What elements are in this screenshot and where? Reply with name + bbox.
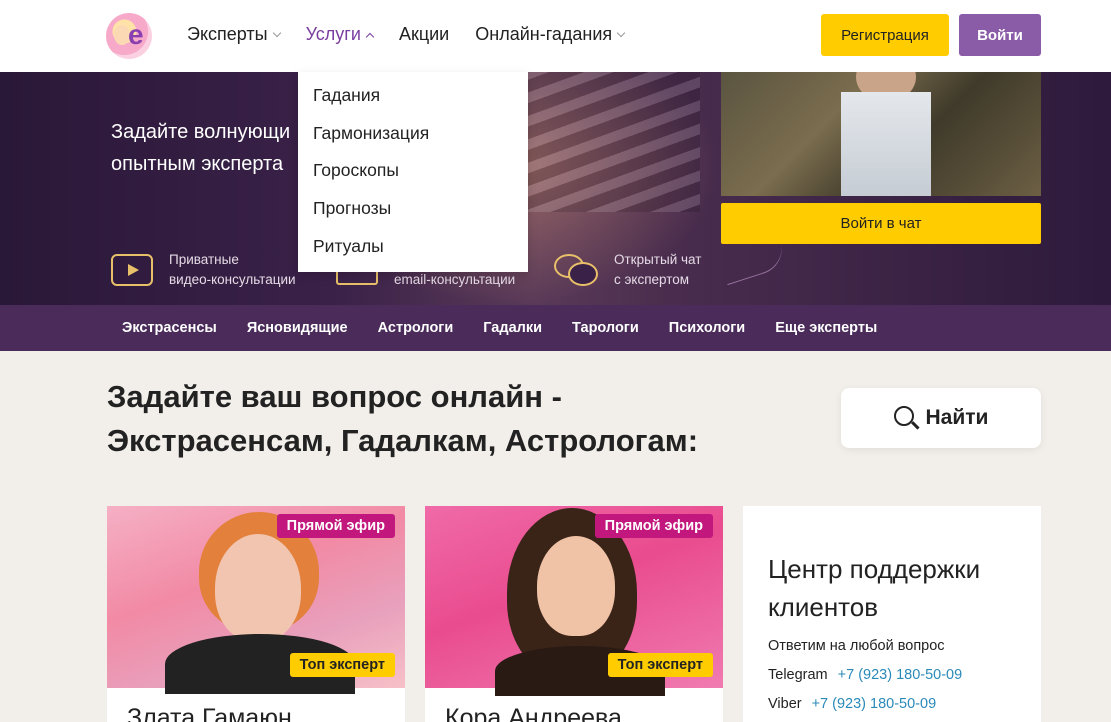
page-title-line: Экстрасенсам, Гадалкам, Астрологам: [107, 423, 699, 458]
nav-item-label: Эксперты [187, 24, 268, 44]
feature-video: Приватные видео-консультации [111, 250, 296, 290]
expert-card[interactable]: Прямой эфир Топ эксперт Злата Гамаюн [107, 506, 405, 722]
expert-name[interactable]: Кора Андреева [445, 704, 622, 722]
support-subtitle: Ответим на любой вопрос [768, 638, 945, 654]
site-header: e Эксперты Услуги Акции Онлайн-гадания Р… [0, 0, 1111, 72]
nav-item-label: Акции [398, 24, 450, 44]
nav-item-label: Онлайн-гадания [475, 24, 613, 44]
logo-letter: e [128, 19, 144, 50]
category-clairvoyants[interactable]: Ясновидящие [247, 320, 348, 336]
category-more-experts[interactable]: Еще эксперты [775, 320, 877, 336]
video-preview[interactable] [721, 72, 1041, 196]
page-title-line: Задайте ваш вопрос онлайн - [107, 379, 562, 414]
feature-line: Приватные [169, 252, 239, 267]
nav-item-services[interactable]: Услуги [305, 24, 375, 45]
support-title-line: Центр поддержки [768, 554, 981, 584]
dropdown-item-forecasts[interactable]: Прогнозы [298, 198, 528, 236]
category-astrologers[interactable]: Астрологи [378, 320, 454, 336]
category-tarot-readers[interactable]: Тарологи [572, 320, 639, 336]
category-psychics[interactable]: Экстрасенсы [122, 320, 217, 336]
register-button[interactable]: Регистрация [821, 14, 949, 56]
hero-banner: Задайте волнующи опытным эксперта Войти … [0, 72, 1111, 305]
support-center-card: Центр поддержки клиентов Ответим на любо… [743, 506, 1041, 722]
live-badge: Прямой эфир [594, 514, 713, 538]
viber-phone-link[interactable]: +7 (923) 180-50-09 [812, 696, 937, 712]
search-icon [893, 406, 920, 430]
enter-chat-button[interactable]: Войти в чат [721, 203, 1041, 244]
chat-bubbles-icon [554, 254, 598, 286]
dropdown-item-rituals[interactable]: Ритуалы [298, 236, 528, 274]
live-badge: Прямой эфир [276, 514, 395, 538]
feature-line: видео-консультации [169, 272, 296, 287]
category-fortune-tellers[interactable]: Гадалки [483, 320, 542, 336]
hero-headline-line: опытным эксперта [111, 153, 284, 175]
contact-label: Telegram [768, 667, 828, 683]
feature-text: Открытый чат с экспертом [614, 250, 701, 290]
search-button-label: Найти [925, 406, 989, 429]
top-expert-badge: Топ эксперт [289, 653, 395, 677]
feature-line: Открытый чат [614, 252, 702, 267]
telegram-phone-link[interactable]: +7 (923) 180-50-09 [838, 667, 963, 683]
top-expert-badge: Топ эксперт [607, 653, 713, 677]
support-contact-telegram: Telegram +7 (923) 180-50-09 [768, 667, 1041, 683]
dropdown-item-harmonization[interactable]: Гармонизация [298, 123, 528, 161]
category-bar: Экстрасенсы Ясновидящие Астрологи Гадалк… [0, 305, 1111, 351]
chevron-up-icon [365, 32, 375, 41]
nav-item-label: Услуги [305, 24, 361, 44]
nav-item-promotions[interactable]: Акции [399, 24, 449, 45]
search-button[interactable]: Найти [841, 388, 1041, 448]
login-button[interactable]: Войти [959, 14, 1041, 56]
hero-background-figure [520, 72, 700, 212]
decorative-arrow-icon [719, 240, 789, 286]
category-psychologists[interactable]: Психологи [669, 320, 745, 336]
nav-item-online-divination[interactable]: Онлайн-гадания [475, 24, 626, 45]
site-logo[interactable]: e [106, 13, 152, 59]
chevron-down-icon [272, 28, 281, 38]
expert-name[interactable]: Злата Гамаюн [127, 704, 292, 722]
hero-headline: Задайте волнующи опытным эксперта [111, 116, 290, 180]
page-title: Задайте ваш вопрос онлайн - Экстрасенсам… [107, 375, 698, 463]
hero-headline-line: Задайте волнующи [111, 121, 291, 143]
main-nav: Эксперты Услуги Акции Онлайн-гадания [187, 24, 650, 45]
video-play-icon [111, 254, 153, 286]
feature-line: с экспертом [614, 272, 690, 287]
expert-card[interactable]: Прямой эфир Топ эксперт Кора Андреева [425, 506, 723, 722]
video-person-shirt [841, 92, 931, 196]
chevron-down-icon [616, 28, 626, 38]
feature-text: Приватные видео-консультации [169, 250, 296, 290]
support-contact-viber: Viber +7 (923) 180-50-09 [768, 696, 1041, 712]
contact-label: Viber [768, 696, 802, 712]
feature-chat: Открытый чат с экспертом [554, 250, 701, 290]
services-dropdown-menu: Гадания Гармонизация Гороскопы Прогнозы … [298, 72, 528, 272]
dropdown-item-horoscopes[interactable]: Гороскопы [298, 160, 528, 198]
dropdown-item-divination[interactable]: Гадания [298, 85, 528, 123]
support-title-line: клиентов [768, 592, 879, 622]
support-title: Центр поддержки клиентов [768, 550, 1041, 626]
nav-item-experts[interactable]: Эксперты [187, 24, 281, 45]
